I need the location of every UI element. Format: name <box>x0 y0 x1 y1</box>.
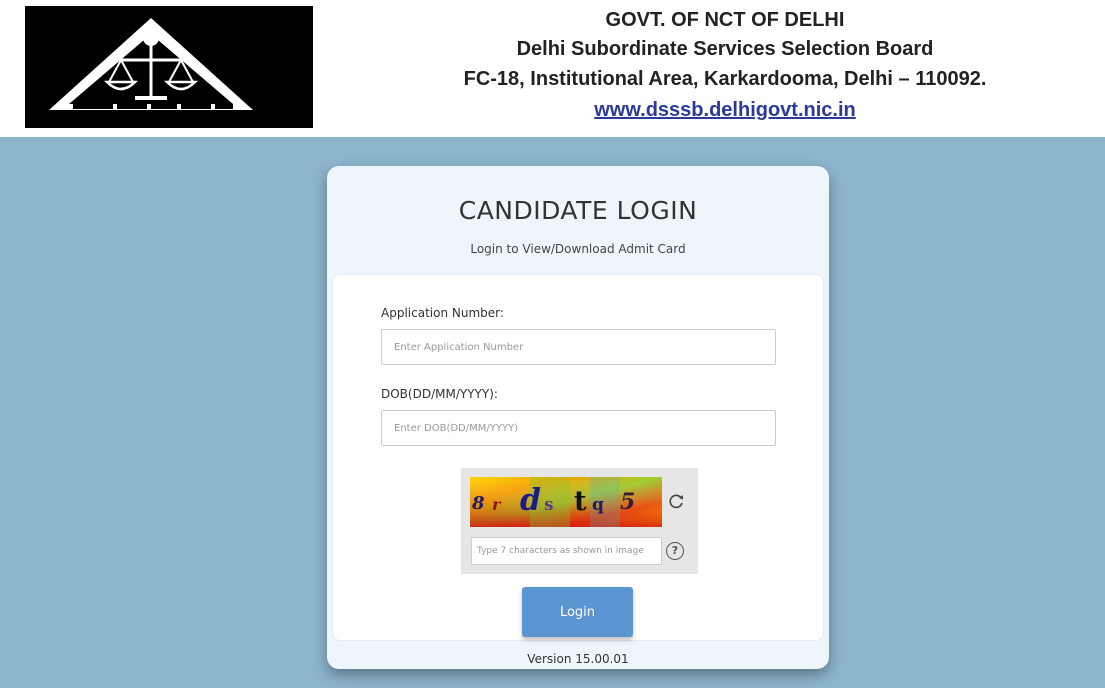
svg-text:d: d <box>520 483 541 518</box>
refresh-icon[interactable] <box>665 490 687 512</box>
captcha-input[interactable] <box>471 537 662 565</box>
help-icon[interactable]: ? <box>666 542 684 560</box>
version-text: Version 15.00.01 <box>527 652 629 666</box>
govt-title: GOVT. OF NCT OF DELHI <box>605 9 845 31</box>
svg-text:8: 8 <box>471 493 485 514</box>
dob-label: DOB(DD/MM/YYYY): <box>381 387 498 401</box>
dob-input[interactable] <box>381 410 776 446</box>
organization-info: GOVT. OF NCT OF DELHI Delhi Subordinate … <box>400 6 1050 125</box>
page-title: CANDIDATE LOGIN <box>458 196 698 225</box>
captcha-image: 8 r d s t q 5 <box>470 477 662 527</box>
board-name: Delhi Subordinate Services Selection Boa… <box>516 38 934 60</box>
page-header: GOVT. OF NCT OF DELHI Delhi Subordinate … <box>0 0 1105 137</box>
svg-text:t: t <box>574 486 587 517</box>
svg-text:q: q <box>592 495 604 515</box>
svg-text:s: s <box>544 495 554 515</box>
captcha-panel: 8 r d s t q 5 ? <box>461 468 698 574</box>
board-address: FC-18, Institutional Area, Karkardooma, … <box>463 68 987 90</box>
svg-text:5: 5 <box>620 489 635 515</box>
login-form: Application Number: DOB(DD/MM/YYYY): <box>332 274 824 641</box>
website-link[interactable]: www.dsssb.delhigovt.nic.in <box>400 95 1050 125</box>
login-card: CANDIDATE LOGIN Login to View/Download A… <box>327 166 829 669</box>
login-button[interactable]: Login <box>522 587 633 637</box>
application-number-label: Application Number: <box>381 306 504 320</box>
page-subtitle: Login to View/Download Admit Card <box>470 242 686 256</box>
application-number-input[interactable] <box>381 329 776 365</box>
dsssb-emblem-icon <box>25 6 313 128</box>
